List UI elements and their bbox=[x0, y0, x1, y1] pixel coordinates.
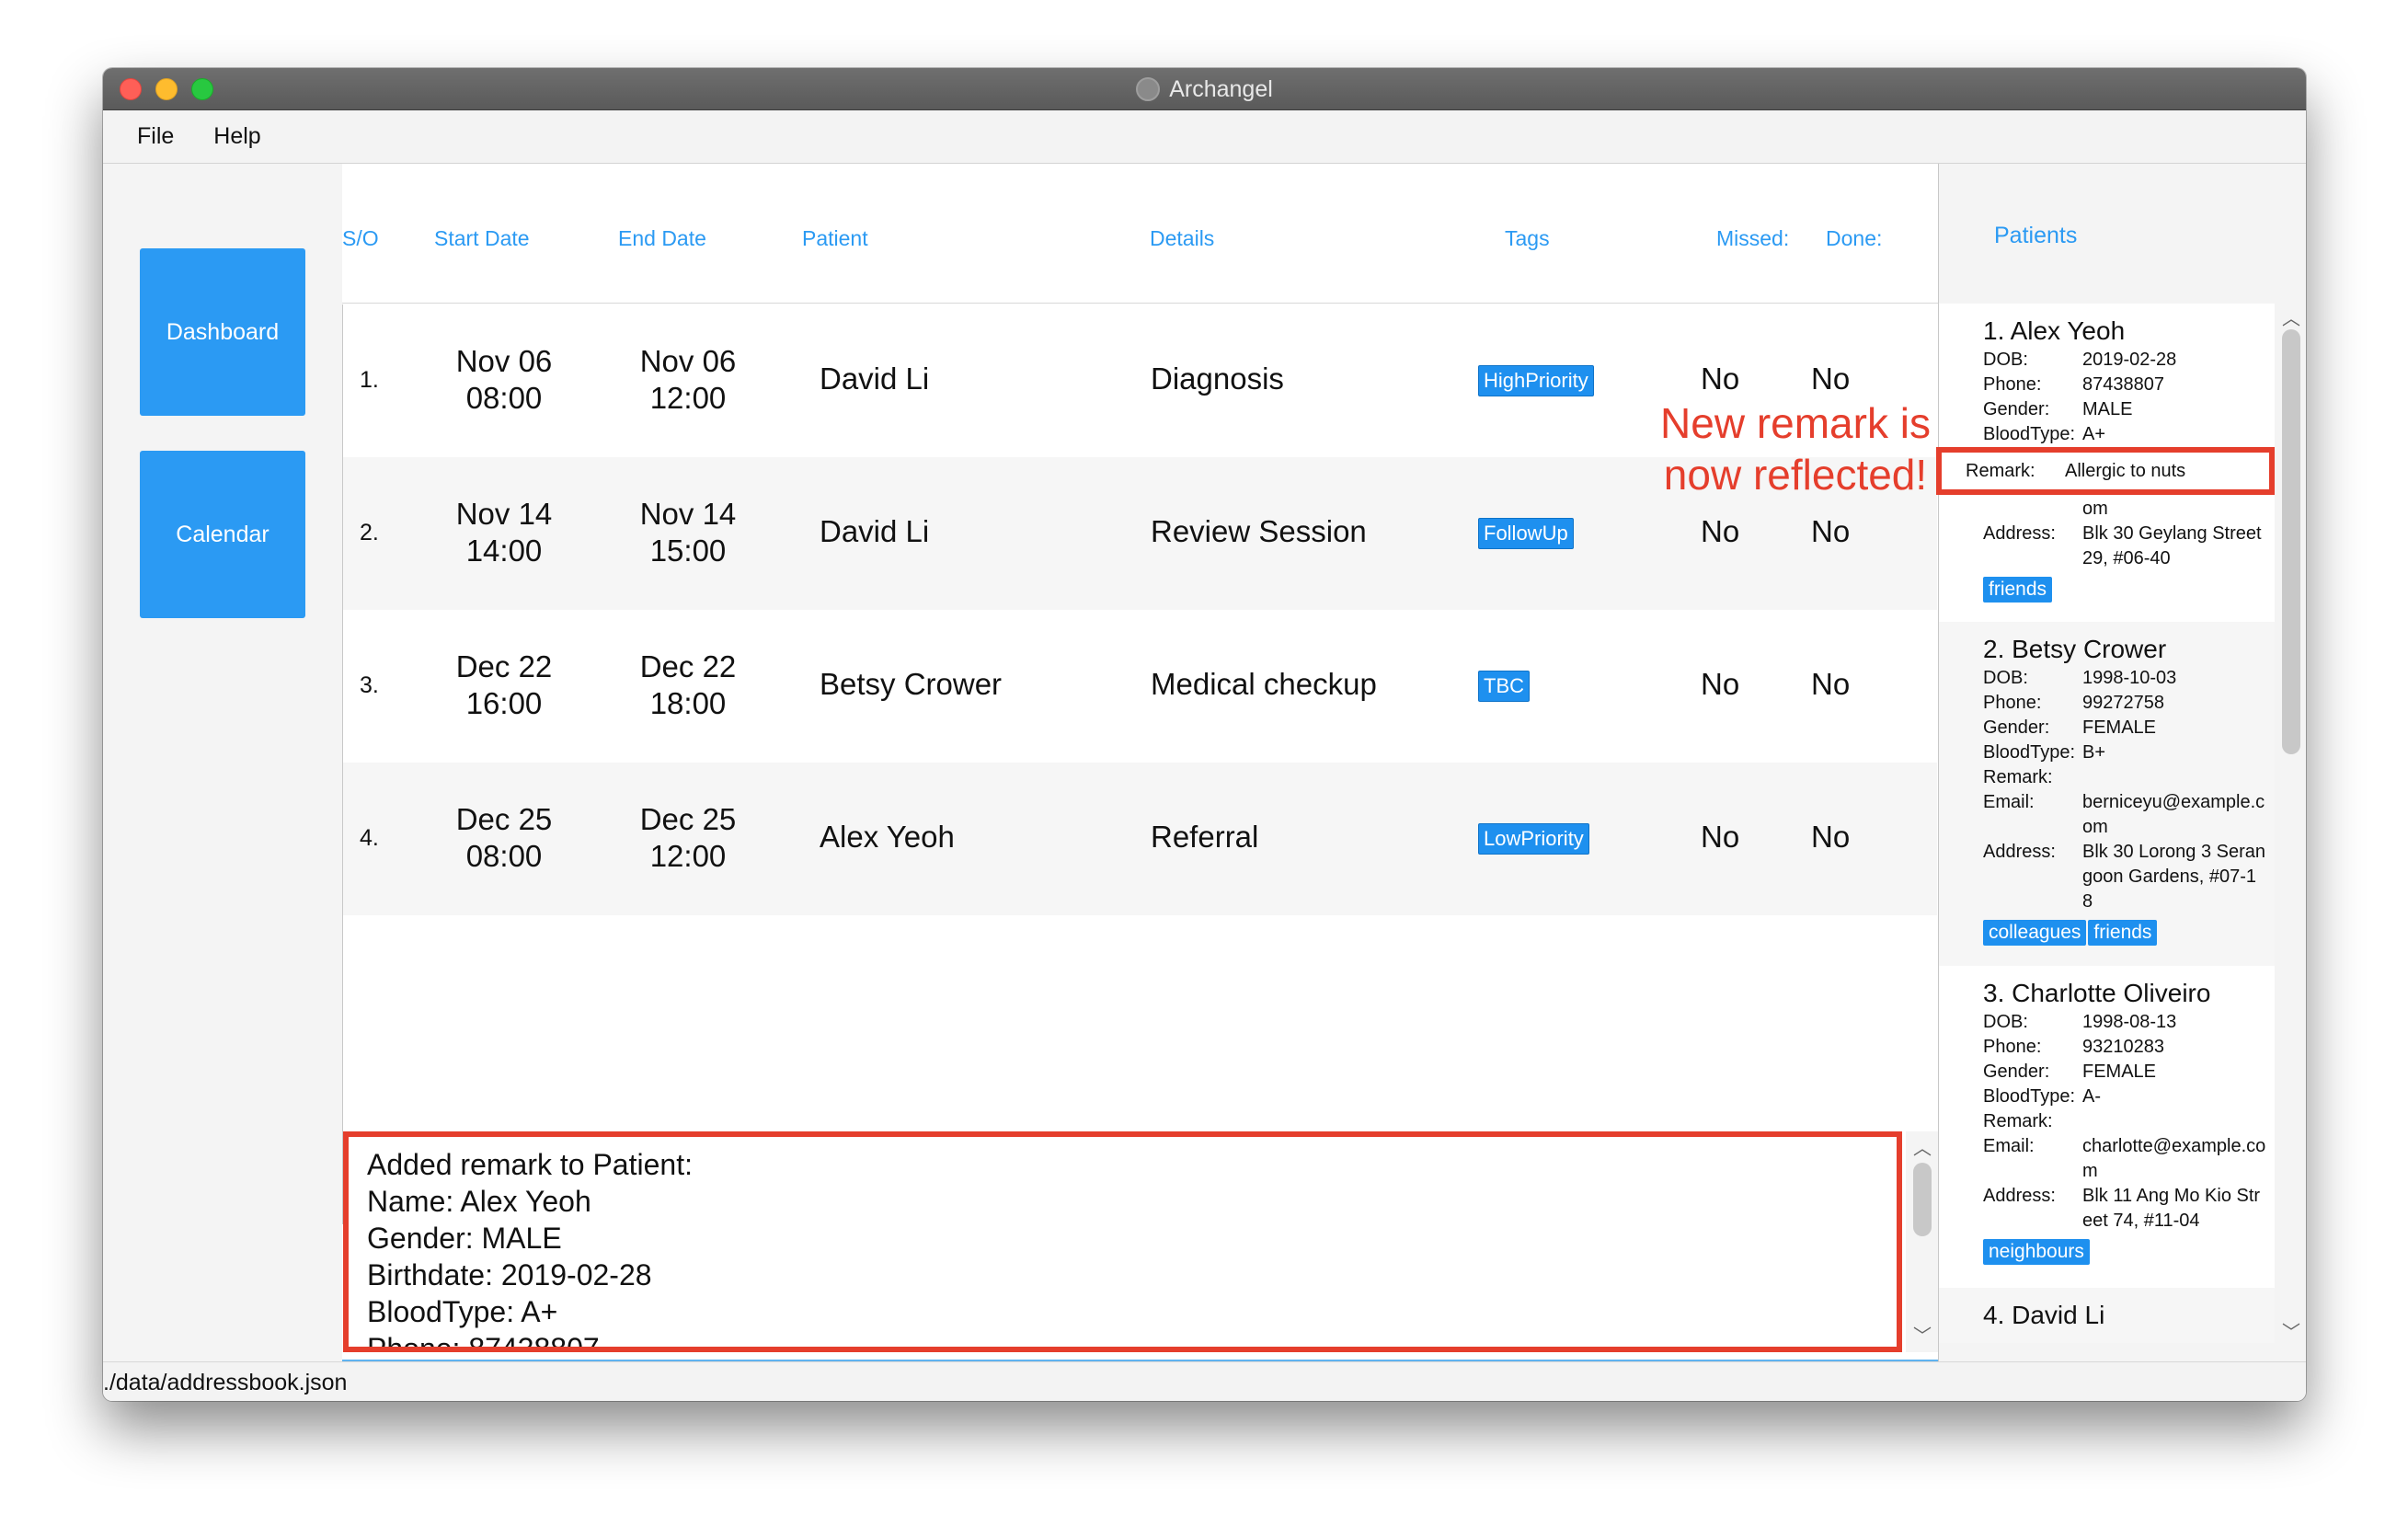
table-header: S/O Start Date End Date Patient Details … bbox=[342, 164, 1938, 304]
header-done: Done: bbox=[1826, 226, 1883, 250]
row-missed: No bbox=[1701, 362, 1740, 396]
app-logo-icon bbox=[1136, 77, 1161, 101]
result-line: BloodType: A+ bbox=[367, 1295, 558, 1328]
header-so: S/O bbox=[342, 226, 379, 250]
result-line: Phone: 87438807 bbox=[367, 1332, 600, 1352]
row-start: Nov 06 08:00 bbox=[455, 344, 553, 415]
menu-help[interactable]: Help bbox=[213, 123, 260, 150]
patient-card[interactable]: 4. David Li bbox=[1939, 1288, 2275, 1343]
menu-bar: File Help bbox=[103, 110, 2306, 164]
row-end: Nov 14 15:00 bbox=[639, 497, 737, 568]
row-patient: David Li bbox=[820, 514, 930, 548]
header-patient: Patient bbox=[802, 226, 868, 250]
row-done: No bbox=[1811, 667, 1851, 701]
row-tag: FollowUp bbox=[1478, 518, 1574, 549]
patients-panel: Patients 1. Alex Yeoh DOB: 2019-02-28 Pho… bbox=[1938, 164, 2306, 1361]
row-start: Nov 14 14:00 bbox=[455, 497, 553, 568]
data-file-path: ./data/addressbook.json bbox=[103, 1370, 348, 1395]
app-window: Archangel File Help Dashboard Calendar S… bbox=[103, 68, 2306, 1401]
patients-header: Patients bbox=[1939, 164, 2306, 304]
header-end-date: End Date bbox=[618, 226, 706, 250]
patient-tag: neighbours bbox=[1983, 1239, 2090, 1265]
row-patient: Alex Yeoh bbox=[820, 820, 955, 854]
result-display[interactable]: Added remark to Patient: Name: Alex Yeoh… bbox=[343, 1131, 1902, 1352]
table-row[interactable]: 4. Dec 25 08:00 Dec 25 12:00 Alex Yeoh Ref… bbox=[343, 763, 1937, 915]
row-serial: 3. bbox=[360, 672, 379, 698]
row-missed: No bbox=[1701, 820, 1740, 854]
row-start: Dec 25 08:00 bbox=[455, 802, 553, 873]
scroll-down-icon[interactable]: ﹀ bbox=[2282, 1317, 2300, 1344]
result-line: Birthdate: 2019-02-28 bbox=[367, 1258, 652, 1291]
row-tag: LowPriority bbox=[1478, 823, 1589, 855]
row-details: Medical checkup bbox=[1151, 667, 1377, 701]
patients-scroll-thumb[interactable] bbox=[2282, 329, 2300, 754]
annotation-callout: New remark is now reflected! bbox=[1660, 399, 1931, 499]
scroll-down-icon[interactable]: ﹀ bbox=[1913, 1321, 1932, 1348]
header-tags: Tags bbox=[1505, 226, 1550, 250]
patient-name: 3. Charlotte Oliveiro bbox=[1983, 979, 2211, 1007]
remark-highlight: Remark: Allergic to nuts bbox=[1936, 447, 2275, 495]
row-patient: David Li bbox=[820, 362, 930, 396]
row-serial: 4. bbox=[360, 825, 379, 851]
row-done: No bbox=[1811, 820, 1851, 854]
scroll-up-icon[interactable]: ︿ bbox=[1913, 1133, 1932, 1160]
result-scroll-thumb[interactable] bbox=[1913, 1163, 1932, 1236]
sidebar: Dashboard Calendar bbox=[103, 164, 342, 1361]
row-serial: 1. bbox=[360, 367, 379, 393]
patients-scrollbar[interactable]: ︿ ﹀ bbox=[2275, 304, 2306, 1343]
calendar-button[interactable]: Calendar bbox=[140, 451, 305, 618]
patient-tag: friends bbox=[2088, 920, 2158, 946]
result-line: Gender: MALE bbox=[367, 1222, 562, 1255]
header-details: Details bbox=[1150, 226, 1215, 250]
row-missed: No bbox=[1701, 514, 1740, 548]
patient-tag: colleagues bbox=[1983, 920, 2087, 946]
title-bar: Archangel bbox=[103, 68, 2306, 110]
row-done: No bbox=[1811, 514, 1851, 548]
row-end: Dec 25 12:00 bbox=[639, 802, 737, 873]
scroll-up-icon[interactable]: ︿ bbox=[2282, 304, 2300, 330]
status-bar: ./data/addressbook.json bbox=[103, 1361, 2306, 1401]
result-line: Name: Alex Yeoh bbox=[367, 1185, 591, 1218]
patient-name: 4. David Li bbox=[1983, 1301, 2105, 1329]
row-tag: TBC bbox=[1478, 671, 1530, 702]
patient-card[interactable]: 2. Betsy Crower DOB: 1998-10-03 Phone: 992… bbox=[1939, 622, 2275, 966]
row-details: Review Session bbox=[1151, 514, 1367, 548]
patient-card[interactable]: 3. Charlotte Oliveiro DOB: 1998-08-13 Pho… bbox=[1939, 966, 2275, 1288]
header-missed: Missed: bbox=[1716, 226, 1790, 250]
result-scrollbar[interactable]: ︿ ﹀ bbox=[1906, 1131, 1938, 1352]
menu-file[interactable]: File bbox=[137, 123, 174, 150]
row-end: Nov 06 12:00 bbox=[639, 344, 737, 415]
table-row[interactable]: 3. Dec 22 16:00 Dec 22 18:00 Betsy Crower … bbox=[343, 610, 1937, 763]
patient-name: 2. Betsy Crower bbox=[1983, 635, 2167, 663]
patient-tag: friends bbox=[1983, 577, 2053, 603]
row-done: No bbox=[1811, 362, 1851, 396]
patients-title: Patients bbox=[1994, 223, 2078, 248]
appointments-panel: S/O Start Date End Date Patient Details … bbox=[342, 164, 1938, 1401]
dashboard-button[interactable]: Dashboard bbox=[140, 248, 305, 416]
row-serial: 2. bbox=[360, 520, 379, 545]
row-details: Diagnosis bbox=[1151, 362, 1284, 396]
row-details: Referral bbox=[1151, 820, 1259, 854]
row-patient: Betsy Crower bbox=[820, 667, 1003, 701]
row-tag: HighPriority bbox=[1478, 365, 1594, 396]
row-missed: No bbox=[1701, 667, 1740, 701]
window-title: Archangel bbox=[1169, 75, 1273, 102]
row-end: Dec 22 18:00 bbox=[639, 649, 737, 720]
header-start-date: Start Date bbox=[434, 226, 530, 250]
row-start: Dec 22 16:00 bbox=[455, 649, 553, 720]
result-line: Added remark to Patient: bbox=[367, 1148, 693, 1181]
patient-name: 1. Alex Yeoh bbox=[1983, 316, 2126, 345]
